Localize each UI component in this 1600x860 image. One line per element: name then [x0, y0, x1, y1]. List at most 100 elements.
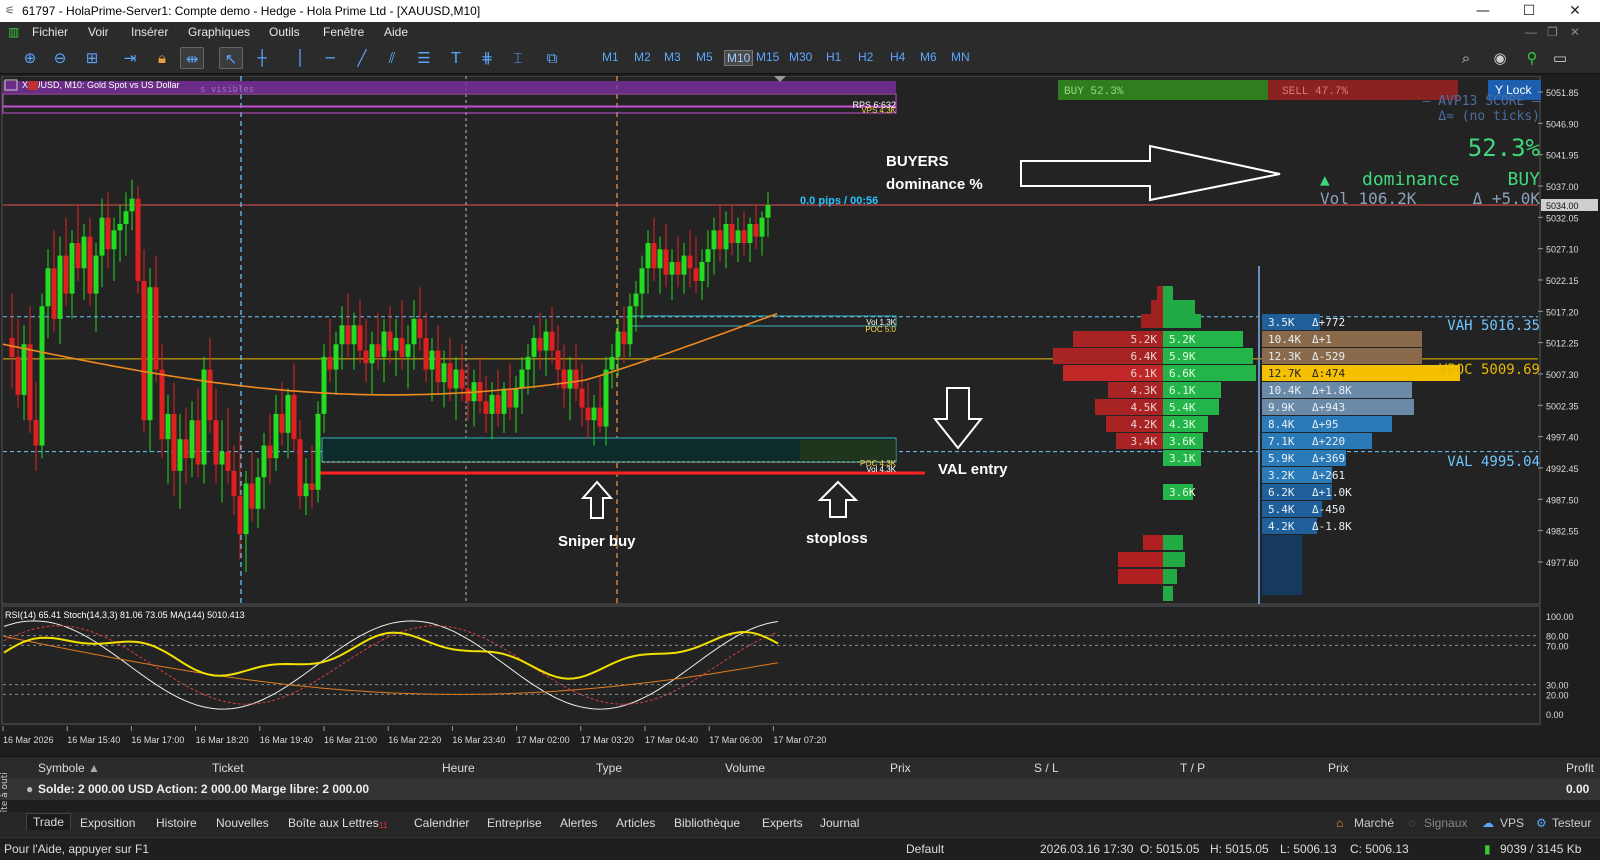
mdi-minimize-button[interactable]: — — [1525, 25, 1537, 39]
candle-body-94 — [573, 369, 579, 389]
tab-experts[interactable]: Experts — [762, 816, 803, 830]
candle-body-74 — [453, 369, 459, 389]
trendline-icon[interactable]: ╱ — [350, 47, 374, 69]
tf-m15[interactable]: M15 — [756, 50, 779, 64]
menu-outils[interactable]: Outils — [269, 25, 300, 39]
col-time[interactable]: Heure — [442, 761, 475, 775]
col-symbol[interactable]: Symbole — [38, 761, 85, 775]
candle-body-119 — [723, 223, 729, 250]
tab-bibliotheque[interactable]: Bibliothèque — [674, 816, 740, 830]
tab-histoire[interactable]: Histoire — [156, 816, 197, 830]
maximize-button[interactable]: ☐ — [1506, 0, 1552, 22]
chart-window[interactable]: 5.2K 5.2K 10.4K Δ+1 6.4K 5.9K 12.3K Δ-529 6.1K 6.… — [0, 76, 1600, 756]
col-price[interactable]: Prix — [890, 761, 911, 775]
tf-m10[interactable]: M10 — [724, 50, 754, 66]
col-tp[interactable]: T / P — [1180, 761, 1205, 775]
right-tab-marche[interactable]: Marché — [1354, 816, 1394, 830]
vps-icon: ☁ — [1482, 816, 1494, 830]
col-type[interactable]: Type — [596, 761, 622, 775]
tab-journal[interactable]: Journal — [820, 816, 859, 830]
sort-asc-icon[interactable]: ▲ — [88, 761, 100, 775]
search-icon[interactable]: ⌕ — [1454, 47, 1478, 69]
gann-icon[interactable]: ⋕ — [475, 47, 499, 69]
candle-body-7 — [51, 268, 57, 319]
minimize-button[interactable]: — — [1460, 0, 1506, 22]
tab-exposition[interactable]: Exposition — [80, 816, 135, 830]
zoom-out-icon[interactable]: ⊖ — [48, 47, 72, 69]
chart-shift-icon[interactable]: ⇹ — [180, 47, 204, 69]
candle-body-40 — [249, 483, 255, 509]
col-profit[interactable]: Profit — [1566, 761, 1594, 775]
signal-icon[interactable]: ⚲ — [1520, 47, 1544, 69]
tf-m5[interactable]: M5 — [696, 50, 713, 64]
tab-nouvelles[interactable]: Nouvelles — [216, 816, 269, 830]
tab-boite-aux-lettres[interactable]: Boîte aux Lettres — [288, 816, 379, 830]
col-sl[interactable]: S / L — [1034, 761, 1059, 775]
text-icon[interactable]: T — [444, 47, 468, 69]
menu-aide[interactable]: Aide — [384, 25, 408, 39]
menu-inserer[interactable]: Insérer — [131, 25, 168, 39]
indicator-tick-label-0: 100.00 — [1546, 612, 1574, 622]
shapes-icon[interactable]: ⧉ — [540, 47, 564, 69]
candle-body-125 — [759, 217, 765, 237]
profile-delta-value-11: Δ-1.8K — [1312, 520, 1352, 533]
layout-icon[interactable]: ▭ — [1548, 47, 1572, 69]
balance-row[interactable]: ● Solde: 2 000.00 USD Action: 2 000.00 M… — [0, 778, 1600, 800]
col-price2[interactable]: Prix — [1328, 761, 1349, 775]
tab-alertes[interactable]: Alertes — [560, 816, 597, 830]
mdi-close-button[interactable]: ✕ — [1570, 25, 1580, 39]
indicator-panel — [1, 605, 1541, 725]
crosshair-icon[interactable]: ┼ — [250, 47, 274, 69]
profile-sell-low-1 — [1118, 552, 1163, 567]
grid-icon[interactable]: ⊞ — [80, 47, 104, 69]
tab-articles[interactable]: Articles — [616, 816, 655, 830]
horizontal-line-icon[interactable]: ─ — [318, 47, 342, 69]
menu-voir[interactable]: Voir — [88, 25, 109, 39]
autoscroll-icon[interactable]: ⇥ — [118, 47, 142, 69]
tf-h4[interactable]: H4 — [890, 50, 905, 64]
chart-canvas[interactable]: 5.2K 5.2K 10.4K Δ+1 6.4K 5.9K 12.3K Δ-529 6.1K 6.… — [0, 76, 1600, 756]
col-ticket[interactable]: Ticket — [212, 761, 244, 775]
candle-body-58 — [357, 325, 363, 351]
candle-body-70 — [429, 350, 435, 370]
candle-body-103 — [627, 306, 633, 345]
tab-entreprise[interactable]: Entreprise — [487, 816, 542, 830]
col-volume[interactable]: Volume — [725, 761, 765, 775]
menu-fenetre[interactable]: Fenêtre — [323, 25, 364, 39]
candle-body-45 — [279, 413, 285, 433]
profile-sell-value-5: 4.2K — [1131, 418, 1158, 431]
tf-m1[interactable]: M1 — [602, 50, 619, 64]
cursor-icon[interactable]: ↖ — [219, 47, 243, 69]
tf-m3[interactable]: M3 — [664, 50, 681, 64]
right-tab-vps[interactable]: VPS — [1500, 816, 1524, 830]
tf-mn[interactable]: MN — [951, 50, 970, 64]
status-profile[interactable]: Default — [906, 842, 944, 856]
close-button[interactable]: ✕ — [1552, 0, 1598, 22]
menu-graphiques[interactable]: Graphiques — [188, 25, 250, 39]
right-tab-testeur[interactable]: Testeur — [1552, 816, 1591, 830]
candle-body-52 — [321, 356, 327, 414]
poc-top-label: POC 5:0 — [865, 325, 896, 334]
menu-fichier[interactable]: Fichier — [32, 25, 68, 39]
mdi-icon[interactable]: ▥ — [8, 25, 19, 39]
tf-m30[interactable]: M30 — [789, 50, 812, 64]
tf-m6[interactable]: M6 — [920, 50, 937, 64]
label-icon[interactable]: ⌶ — [506, 47, 530, 69]
channel-icon[interactable]: ⫽ — [380, 47, 404, 69]
mdi-restore-button[interactable]: ❐ — [1547, 25, 1558, 39]
candle-body-24 — [153, 287, 159, 370]
tab-calendrier[interactable]: Calendrier — [414, 816, 469, 830]
tf-m2[interactable]: M2 — [634, 50, 651, 64]
tab-trade[interactable]: Trade — [26, 813, 71, 830]
candle-body-56 — [345, 325, 351, 345]
tf-h2[interactable]: H2 — [858, 50, 873, 64]
vertical-line-icon[interactable]: │ — [288, 47, 312, 69]
lock-icon[interactable]: 🔒︎ — [150, 47, 174, 69]
right-tab-signaux[interactable]: Signaux — [1424, 816, 1467, 830]
profile-buy-value-9: 3.6K — [1169, 486, 1196, 499]
fibo-icon[interactable]: ☰ — [412, 47, 436, 69]
zoom-in-icon[interactable]: ⊕ — [18, 47, 42, 69]
tf-h1[interactable]: H1 — [826, 50, 841, 64]
profile-sell-value-3: 4.3K — [1131, 384, 1158, 397]
account-icon[interactable]: ◉ — [1488, 47, 1512, 69]
